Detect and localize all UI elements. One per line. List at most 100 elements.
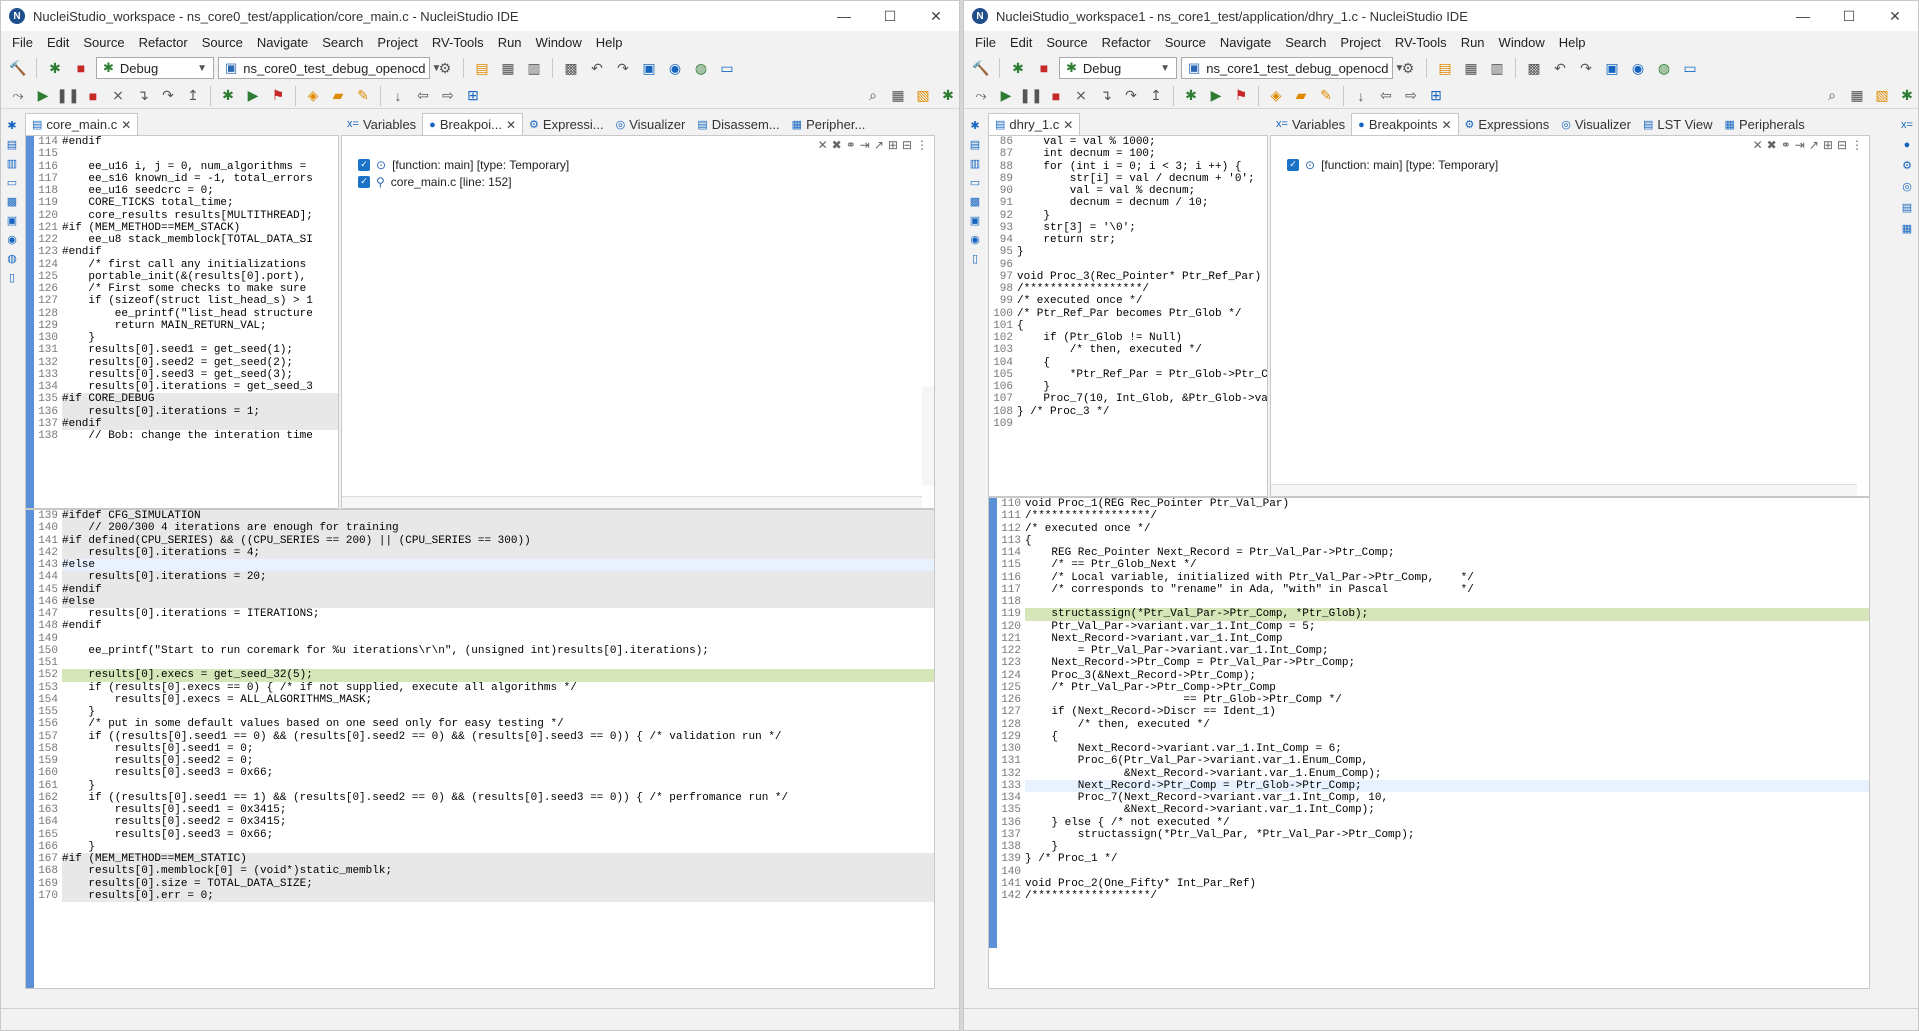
tab-breakpoints[interactable]: ● Breakpoints ✕ (1351, 113, 1459, 135)
redo-icon[interactable]: ↷ (612, 57, 634, 79)
step-over-icon[interactable]: ↷ (1120, 85, 1142, 107)
code-editor-dhry-bottom[interactable]: 110 void Proc_1(REG Rec_Pointer Ptr_Val_P… (988, 497, 1870, 989)
problems-icon[interactable]: ◉ (7, 233, 17, 246)
close-button[interactable]: ✕ (913, 8, 959, 25)
external-tools-icon[interactable]: ⚑ (1230, 85, 1252, 107)
debug-bug-icon[interactable]: ✱ (217, 85, 239, 107)
debug-perspective-icon[interactable]: ✱ (937, 85, 959, 107)
link-icon[interactable]: ⚭ (846, 138, 856, 152)
tab-disassem[interactable]: ▤ Disassem... (691, 113, 785, 135)
tab-expressions[interactable]: ⚙ Expressions (1459, 113, 1556, 135)
memory-icon[interactable]: ▩ (7, 195, 17, 208)
tab-visualizer[interactable]: ◎ Visualizer (610, 113, 692, 135)
build-icon[interactable]: ▩ (560, 57, 582, 79)
skip-breakpoints-icon[interactable]: ⤳ (970, 85, 992, 107)
debug-perspective-icon[interactable]: ✱ (1896, 85, 1918, 107)
suspend-icon[interactable]: ❚❚ (1019, 85, 1042, 107)
menu-item-project[interactable]: Project (370, 35, 424, 50)
goto-icon[interactable]: ↗ (1809, 138, 1819, 152)
menu-item-source[interactable]: Source (1039, 35, 1094, 50)
save-all-icon[interactable]: ▥ (523, 57, 545, 79)
console-icon[interactable]: ▭ (970, 176, 980, 189)
close-icon[interactable]: ✕ (1441, 118, 1451, 132)
code-editor-dhry-top[interactable]: 86 val = val % 1000; 87 int decnum = 100;… (988, 135, 1268, 497)
globe-icon[interactable]: ◉ (664, 57, 686, 79)
terminate-icon[interactable]: ■ (82, 85, 104, 107)
disconnect-icon[interactable]: ⨯ (1070, 85, 1092, 107)
menu-item-rvtools[interactable]: RV-Tools (1388, 35, 1454, 50)
outline-icon[interactable]: ▥ (7, 157, 17, 170)
menu-item-search[interactable]: Search (1278, 35, 1333, 50)
maximize-button[interactable]: ☐ (867, 8, 913, 25)
search-icon-toolbar[interactable]: ✎ (1315, 85, 1337, 107)
debug-bug-icon[interactable]: ✱ (1180, 85, 1202, 107)
remove-icon[interactable]: ✕ (1753, 138, 1763, 152)
breakpoint-item[interactable]: ✓ ⊙ [function: main] [type: Temporary] (1271, 156, 1869, 173)
remove-all-icon[interactable]: ✖ (1767, 138, 1777, 152)
tab-variables[interactable]: x= Variables (341, 113, 422, 135)
close-icon[interactable]: ✕ (506, 118, 516, 132)
search-icon[interactable]: ⌕ (862, 85, 884, 107)
annotation-icon[interactable]: ↓ (387, 85, 409, 107)
menu-item-help[interactable]: Help (1552, 35, 1593, 50)
cpp-perspective-icon[interactable]: ▧ (912, 85, 934, 107)
pin-icon[interactable]: ⊞ (462, 85, 484, 107)
scrollbar[interactable] (1271, 484, 1857, 496)
globe-icon[interactable]: ◉ (1627, 57, 1649, 79)
step-return-icon[interactable]: ↥ (182, 85, 204, 107)
sdk-icon[interactable]: ▣ (638, 57, 660, 79)
menu-item-file[interactable]: File (5, 35, 40, 50)
project-explorer-icon[interactable]: ▤ (7, 138, 17, 151)
launch-config-select[interactable]: ▣ ns_core1_test_debug_openocd ▼ (1181, 57, 1404, 79)
launch-mode-select[interactable]: ✱ Debug ▼ (96, 57, 214, 79)
menu-icon[interactable]: ⋮ (916, 138, 928, 152)
tab-expressi[interactable]: ⚙ Expressi... (523, 113, 610, 135)
lst-view-icon[interactable]: ▤ (1902, 201, 1912, 214)
menu-icon[interactable]: ⋮ (1851, 138, 1863, 152)
back-icon[interactable]: ⇦ (1375, 85, 1397, 107)
debug-bug-icon[interactable]: ✱ (1007, 57, 1029, 79)
visualizer-view-icon[interactable]: ◎ (1902, 180, 1912, 193)
redo-icon[interactable]: ↷ (1575, 57, 1597, 79)
expand-icon[interactable]: ⊞ (888, 138, 898, 152)
minimize-button[interactable]: — (821, 8, 867, 25)
code-editor-core-main[interactable]: 114 #endif 115 116 ee_u16 i, j = 0, num_alg… (25, 135, 339, 509)
save-icon[interactable]: ▦ (497, 57, 519, 79)
gear-icon[interactable]: ⚙ (1397, 57, 1419, 79)
save-all-icon[interactable]: ▥ (1486, 57, 1508, 79)
breakpoint-item[interactable]: ✓ ⚲ core_main.c [line: 152] (342, 173, 934, 190)
new-icon[interactable]: ▤ (1434, 57, 1456, 79)
hammer-icon[interactable]: 🔨 (970, 57, 992, 79)
menu-item-navigate[interactable]: Navigate (250, 35, 315, 50)
menu-item-search[interactable]: Search (315, 35, 370, 50)
expand-icon[interactable]: ⊞ (1823, 138, 1833, 152)
menu-item-refactor[interactable]: Refactor (132, 35, 195, 50)
undo-icon[interactable]: ↶ (586, 57, 608, 79)
breakpoints-view-icon[interactable]: ● (1904, 139, 1911, 151)
skip-breakpoints-icon[interactable]: ⤳ (7, 85, 29, 107)
perspective-icon[interactable]: ▦ (1846, 85, 1868, 107)
debug-view-icon[interactable]: ✱ (7, 119, 16, 132)
database-icon[interactable]: ◍ (1653, 57, 1675, 79)
disconnect-icon[interactable]: ⨯ (107, 85, 129, 107)
collapse-icon[interactable]: ⊟ (1837, 138, 1847, 152)
monitor-icon[interactable]: ▭ (716, 57, 738, 79)
step-over-icon[interactable]: ↷ (157, 85, 179, 107)
menu-item-project[interactable]: Project (1333, 35, 1387, 50)
run-icon[interactable]: ▶ (242, 85, 264, 107)
skip-icon[interactable]: ⇥ (860, 138, 870, 152)
search-icon[interactable]: ⌕ (1821, 85, 1843, 107)
tab-peripherals[interactable]: ▦ Peripherals (1719, 113, 1811, 135)
launch-mode-select[interactable]: ✱ Debug ▼ (1059, 57, 1177, 79)
step-return-icon[interactable]: ↥ (1145, 85, 1167, 107)
build-icon[interactable]: ▩ (1523, 57, 1545, 79)
checkbox-checked-icon[interactable]: ✓ (1287, 158, 1299, 171)
menu-item-help[interactable]: Help (589, 35, 630, 50)
peripherals-view-icon[interactable]: ▦ (1902, 222, 1912, 235)
annotation-icon[interactable]: ↓ (1350, 85, 1372, 107)
folder-icon[interactable]: ▰ (1290, 85, 1312, 107)
menu-item-rvtools[interactable]: RV-Tools (425, 35, 491, 50)
stop-icon[interactable]: ■ (70, 57, 92, 79)
tab-variables[interactable]: x= Variables (1270, 113, 1351, 135)
tab-visualizer[interactable]: ◎ Visualizer (1555, 113, 1637, 135)
